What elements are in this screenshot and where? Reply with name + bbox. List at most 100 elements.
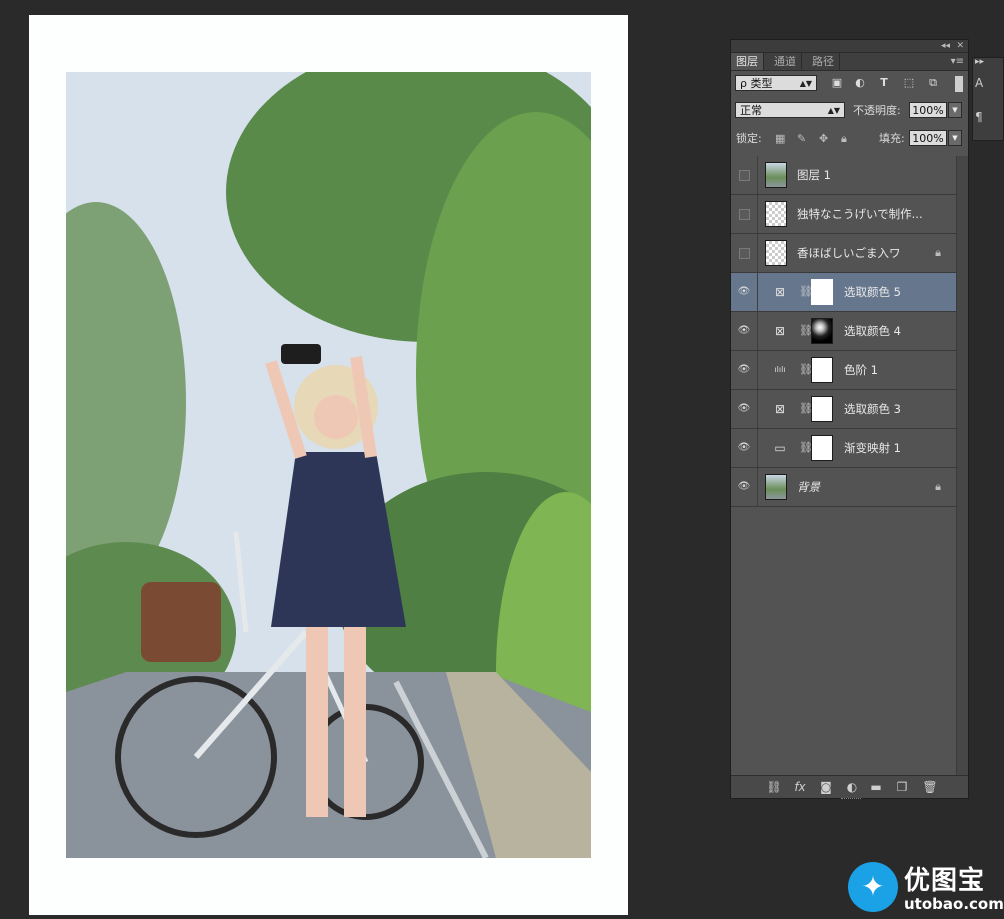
opacity-label: 不透明度: xyxy=(853,104,901,117)
layer-lock-icon: 🔒︎ xyxy=(935,246,941,259)
watermark-logo: ✦ 优图宝 utobao.com xyxy=(848,860,1004,916)
paragraph-panel-icon[interactable]: ¶ xyxy=(975,110,983,124)
layer-mask-thumbnail[interactable] xyxy=(811,279,833,305)
layer-name: 渐变映射 1 xyxy=(844,441,901,455)
panel-title-bar[interactable]: ◂◂ ✕ xyxy=(731,40,968,53)
visibility-box-icon[interactable] xyxy=(731,156,758,194)
photo-image xyxy=(66,72,591,858)
eye-icon[interactable]: 👁︎ xyxy=(731,390,758,428)
layer-name: 选取颜色 4 xyxy=(844,324,901,338)
layers-panel: ◂◂ ✕ 图层 通道 路径 ▾≡ ρ 类型 ▲▼ ▣ ◐ T ⬚ ⧉ 正常 ▲▼… xyxy=(730,39,969,799)
new-layer-icon[interactable]: ❐ xyxy=(893,778,911,796)
type-filter-icon[interactable]: T xyxy=(876,75,892,91)
layer-name: 图层 1 xyxy=(797,168,831,182)
layer-row[interactable]: 👁︎ ⊠ ⛓ 选取颜色 4 xyxy=(731,312,957,351)
filter-toggle-switch[interactable] xyxy=(955,76,963,92)
visibility-box xyxy=(739,170,750,181)
fill-input[interactable]: 100% xyxy=(909,130,947,146)
collapsed-panel-strip[interactable]: ▸▸ A ¶ xyxy=(972,57,1004,141)
resize-grip[interactable] xyxy=(841,798,861,802)
tab-paths[interactable]: 路径 xyxy=(807,53,840,70)
blend-mode-select[interactable]: 正常 ▲▼ xyxy=(735,102,845,118)
layer-row[interactable]: 独特なこうげいで制作... xyxy=(731,195,957,234)
fx-icon[interactable]: fx xyxy=(791,778,809,796)
image-filter-icon[interactable]: ▣ xyxy=(829,75,845,91)
lock-move-icon[interactable]: ✥ xyxy=(819,131,828,147)
opacity-dropdown-icon[interactable]: ▼ xyxy=(948,102,962,118)
selective-color-adjustment-icon: ⊠ xyxy=(774,402,786,416)
blend-mode-value: 正常 xyxy=(740,104,762,117)
visibility-box xyxy=(739,248,750,259)
link-layers-icon[interactable]: ⛓ xyxy=(765,778,783,796)
layer-row[interactable]: 👁︎ ⊠ ⛓ 选取颜色 3 xyxy=(731,390,957,429)
lock-row: 锁定: ▦ ✎ ✥ 🔒︎ 填充: 100% ▼ xyxy=(731,128,968,150)
panel-footer: ⛓ fx ◙ ◐ ▬ ❐ 🗑 xyxy=(731,775,968,799)
eye-icon[interactable]: 👁︎ xyxy=(731,351,758,389)
layer-name: 香ほばしいごま入ワ xyxy=(797,246,901,260)
trash-icon[interactable]: 🗑 xyxy=(921,778,939,796)
layer-name: 选取颜色 3 xyxy=(844,402,901,416)
watermark-en: utobao.com xyxy=(904,895,1004,913)
eye-icon[interactable]: 👁︎ xyxy=(731,468,758,506)
adjustment-filter-icon[interactable]: ◐ xyxy=(852,75,868,91)
layer-thumbnail xyxy=(765,162,787,188)
eye-icon[interactable]: 👁︎ xyxy=(731,429,758,467)
shape-filter-icon[interactable]: ⬚ xyxy=(901,75,917,91)
collapse-icon[interactable]: ◂◂ xyxy=(941,40,950,52)
new-adjustment-icon[interactable]: ◐ xyxy=(843,778,861,796)
layer-thumbnail xyxy=(765,201,787,227)
layer-name: 选取颜色 5 xyxy=(844,285,901,299)
layer-row[interactable]: 👁︎ ⊠ ⛓ 选取颜色 5 xyxy=(731,273,957,312)
chevron-updown-icon: ▲▼ xyxy=(799,79,812,88)
chevron-updown-icon: ▲▼ xyxy=(827,106,840,115)
blend-row: 正常 ▲▼ 不透明度: 100% ▼ xyxy=(731,100,968,122)
selective-color-adjustment-icon: ⊠ xyxy=(774,285,786,299)
filter-type-select[interactable]: ρ 类型 ▲▼ xyxy=(735,75,817,91)
fill-dropdown-icon[interactable]: ▼ xyxy=(948,130,962,146)
add-mask-icon[interactable]: ◙ xyxy=(817,778,835,796)
expand-panels-icon[interactable]: ▸▸ xyxy=(975,57,984,67)
document-canvas[interactable] xyxy=(29,15,628,915)
close-icon[interactable]: ✕ xyxy=(956,40,964,52)
filter-row: ρ 类型 ▲▼ ▣ ◐ T ⬚ ⧉ xyxy=(731,73,968,95)
layer-list-scrollbar[interactable] xyxy=(956,156,968,776)
opacity-input[interactable]: 100% xyxy=(909,102,947,118)
levels-adjustment-icon: ılılı xyxy=(774,365,786,374)
layer-thumbnail xyxy=(765,240,787,266)
watermark-cn: 优图宝 xyxy=(904,866,986,896)
panel-tabs: 图层 通道 路径 ▾≡ xyxy=(731,53,968,71)
layer-row[interactable]: 香ほばしいごま入ワ 🔒︎ xyxy=(731,234,957,273)
layer-name: 色阶 1 xyxy=(844,363,878,377)
tab-layers[interactable]: 图层 xyxy=(731,53,764,70)
lock-label: 锁定: xyxy=(736,132,762,145)
tab-channels[interactable]: 通道 xyxy=(769,53,802,70)
filter-type-value: ρ 类型 xyxy=(740,77,773,90)
layer-row[interactable]: 👁︎ ▭ ⛓ 渐变映射 1 xyxy=(731,429,957,468)
visibility-box-icon[interactable] xyxy=(731,234,758,272)
layer-row[interactable]: 图层 1 xyxy=(731,156,957,195)
layer-row[interactable]: 👁︎ ılılı ⛓ 色阶 1 xyxy=(731,351,957,390)
layer-mask-thumbnail[interactable] xyxy=(811,396,833,422)
character-panel-icon[interactable]: A xyxy=(975,76,983,90)
eye-icon[interactable]: 👁︎ xyxy=(731,273,758,311)
layer-name: 背景 xyxy=(797,480,820,494)
layer-thumbnail xyxy=(765,474,787,500)
layer-lock-icon: 🔒︎ xyxy=(935,480,941,493)
layer-mask-thumbnail[interactable] xyxy=(811,435,833,461)
panel-menu-icon[interactable]: ▾≡ xyxy=(951,53,964,70)
bird-logo-icon: ✦ xyxy=(848,862,898,912)
visibility-box-icon[interactable] xyxy=(731,195,758,233)
fill-label: 填充: xyxy=(879,132,905,145)
layer-mask-thumbnail[interactable] xyxy=(811,357,833,383)
lock-transparent-icon[interactable]: ▦ xyxy=(775,131,785,147)
gradient-map-adjustment-icon: ▭ xyxy=(774,441,786,455)
layer-mask-thumbnail[interactable] xyxy=(811,318,833,344)
selective-color-adjustment-icon: ⊠ xyxy=(774,324,786,338)
lock-brush-icon[interactable]: ✎ xyxy=(797,131,806,147)
new-group-icon[interactable]: ▬ xyxy=(867,778,885,796)
eye-icon[interactable]: 👁︎ xyxy=(731,312,758,350)
smart-object-filter-icon[interactable]: ⧉ xyxy=(925,75,941,91)
layer-list: 图层 1 独特なこうげいで制作... 香ほばしいごま入ワ 🔒︎ 👁︎ ⊠ ⛓ 选取颜色 5 👁︎… xyxy=(731,156,957,507)
lock-all-icon[interactable]: 🔒︎ xyxy=(841,131,847,147)
layer-row[interactable]: 👁︎ 背景 🔒︎ xyxy=(731,468,957,507)
